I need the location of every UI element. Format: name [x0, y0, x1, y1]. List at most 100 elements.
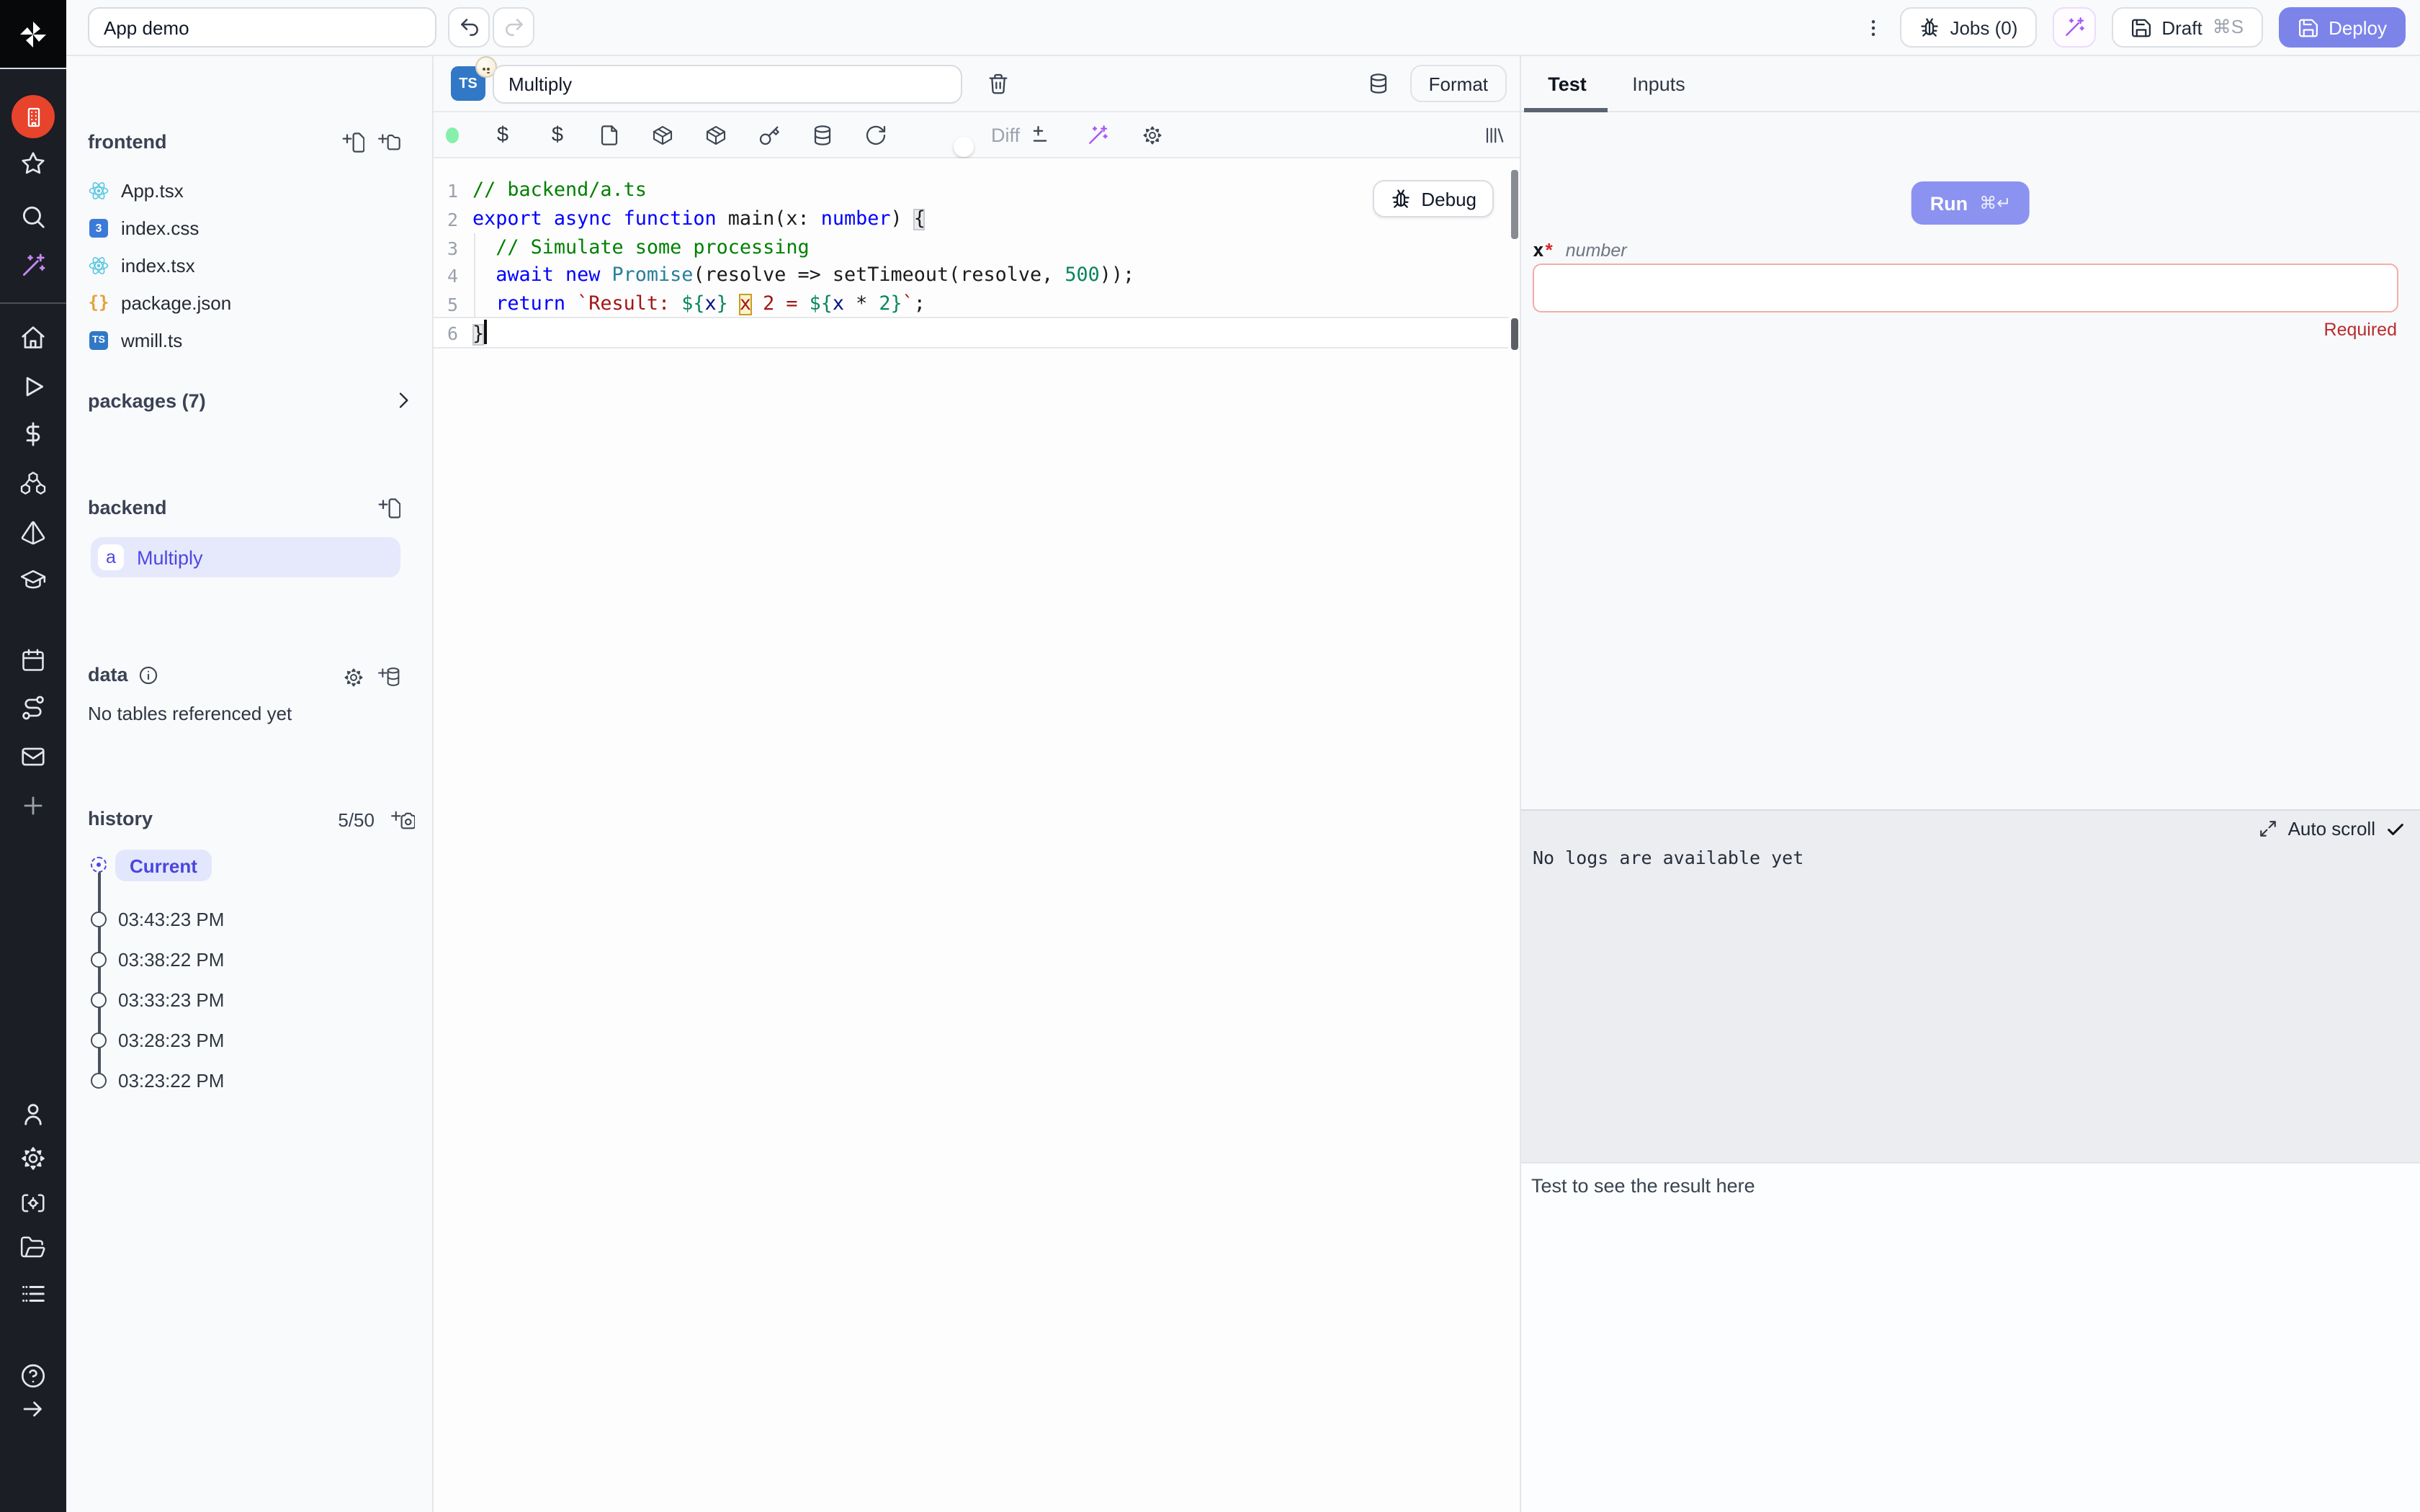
data-settings-button[interactable] — [343, 666, 364, 688]
database-icon-button[interactable] — [811, 123, 834, 146]
ai-assistant-button[interactable] — [2052, 7, 2095, 48]
ai-wand-button[interactable] — [1086, 123, 1109, 146]
info-icon[interactable] — [138, 665, 158, 685]
check-icon[interactable] — [2385, 819, 2406, 839]
rail-item-home[interactable] — [19, 324, 47, 359]
jobs-button[interactable]: Jobs (0) — [1899, 7, 2036, 48]
line-number: 1 — [434, 181, 472, 202]
rail-item-settings[interactable] — [19, 1145, 47, 1179]
help-icon — [19, 1362, 47, 1390]
editor-settings-button[interactable] — [1142, 124, 1163, 145]
rail-item-schedules[interactable] — [20, 647, 46, 680]
delete-script-button[interactable] — [987, 72, 1010, 102]
history-entry[interactable]: 03:38:22 PM — [118, 949, 224, 971]
windmill-logo[interactable] — [0, 0, 66, 69]
code-line-3[interactable]: 3 // Simulate some processing — [434, 234, 1508, 262]
tab-test[interactable]: Test — [1533, 56, 1602, 111]
logs-empty-text: No logs are available yet — [1533, 847, 1803, 868]
timeline-node[interactable] — [91, 912, 107, 927]
backend-section-title: backend — [88, 497, 167, 518]
x-number-input[interactable] — [1533, 264, 2398, 312]
draft-button[interactable]: Draft⌘S — [2111, 7, 2262, 48]
timeline-node[interactable] — [91, 1073, 107, 1089]
add-file-button[interactable] — [341, 131, 364, 154]
backend-item-Multiply[interactable]: aMultiply — [91, 537, 400, 577]
rail-item-inbox[interactable] — [19, 743, 47, 778]
rail-item-help[interactable] — [19, 1362, 47, 1397]
code-line-6[interactable]: 6} — [434, 319, 1508, 347]
file-item-App.tsx[interactable]: App.tsx — [88, 171, 421, 209]
format-button[interactable]: Format — [1410, 65, 1507, 102]
add-script-button[interactable] — [377, 497, 400, 520]
file-item-package.json[interactable]: {}package.json — [88, 284, 421, 321]
code-line-4[interactable]: 4 await new Promise(resolve => setTimeou… — [434, 262, 1508, 290]
timeline-node-current[interactable] — [91, 857, 107, 873]
line-number: 4 — [434, 266, 472, 287]
rail-item-favorites[interactable] — [19, 150, 47, 184]
save-icon — [2297, 17, 2318, 38]
history-current-badge[interactable]: Current — [115, 850, 212, 881]
history-entry[interactable]: 03:43:23 PM — [118, 909, 224, 930]
history-entry[interactable]: 03:33:23 PM — [118, 989, 224, 1011]
more-menu-button[interactable] — [1862, 17, 1883, 38]
file-item-index.tsx[interactable]: index.tsx — [88, 246, 421, 284]
history-entry[interactable]: 03:28:23 PM — [118, 1030, 224, 1051]
left-icon-rail — [0, 0, 66, 1512]
file-icon-button[interactable] — [598, 123, 621, 146]
rail-item-triggers[interactable] — [19, 518, 47, 553]
rail-item-resources[interactable] — [19, 469, 47, 504]
css-icon: 3 — [88, 218, 109, 237]
redo-button[interactable] — [493, 7, 534, 48]
rail-item-apps[interactable] — [12, 95, 55, 138]
add-folder-button[interactable] — [377, 131, 400, 154]
package2-icon-button[interactable] — [704, 123, 727, 146]
code-editor[interactable]: Debug 1// backend/a.ts2export async func… — [434, 158, 1520, 1512]
timeline-node[interactable] — [91, 1032, 107, 1048]
rail-item-runs[interactable] — [19, 373, 47, 408]
debug-label: Debug — [1421, 188, 1476, 210]
rail-item-user[interactable] — [19, 1100, 47, 1135]
deploy-button[interactable]: Deploy — [2278, 7, 2406, 48]
app-name-input[interactable] — [88, 7, 436, 48]
arg-type: number — [1566, 240, 1627, 261]
rail-item-workers[interactable] — [19, 1189, 47, 1224]
run-button[interactable]: Run ⌘↵ — [1912, 181, 2030, 225]
key-icon-button[interactable] — [758, 123, 781, 146]
script-name-input[interactable] — [493, 65, 962, 104]
database-icon[interactable] — [1367, 72, 1390, 95]
code-line-2[interactable]: 2export async function main(x: number) { — [434, 205, 1508, 233]
code-line-1[interactable]: 1// backend/a.ts — [434, 177, 1508, 205]
rail-item-add[interactable] — [19, 792, 47, 827]
rail-item-variables[interactable] — [19, 420, 47, 455]
gear-icon — [19, 1145, 47, 1172]
file-item-index.css[interactable]: 3index.css — [88, 209, 421, 246]
library-icon-button[interactable] — [1484, 124, 1505, 145]
timeline-node[interactable] — [91, 952, 107, 968]
rail-item-search[interactable] — [19, 203, 47, 238]
data-empty-text: No tables referenced yet — [88, 703, 292, 724]
resources-button[interactable]: $ — [552, 123, 563, 146]
refresh-icon-button[interactable] — [864, 123, 887, 146]
variables-button[interactable]: $ — [497, 123, 508, 146]
code-line-5[interactable]: 5 return `Result: ${x} x 2 = ${x * 2}`; — [434, 291, 1508, 319]
scrollbar-thumb[interactable] — [1511, 170, 1518, 239]
rail-item-ai[interactable] — [19, 252, 47, 287]
rail-expand[interactable] — [20, 1396, 46, 1429]
history-entry[interactable]: 03:23:22 PM — [118, 1070, 224, 1092]
rail-item-logs[interactable] — [19, 1280, 47, 1315]
file-item-wmill.ts[interactable]: TSwmill.ts — [88, 321, 421, 359]
rail-item-learn[interactable] — [19, 566, 47, 600]
package-icon-button[interactable] — [651, 123, 674, 146]
rail-item-flows[interactable] — [19, 694, 47, 729]
add-table-button[interactable] — [377, 665, 400, 688]
expand-icon[interactable] — [2259, 819, 2278, 838]
undo-button[interactable] — [448, 7, 490, 48]
rail-item-folders[interactable] — [19, 1234, 47, 1269]
packages-toggle[interactable]: packages (7) — [88, 389, 415, 412]
plus-minus-icon[interactable] — [1029, 124, 1051, 145]
tab-inputs[interactable]: Inputs — [1619, 56, 1698, 111]
add-snapshot-button[interactable] — [390, 808, 415, 832]
debug-button[interactable]: Debug — [1372, 180, 1494, 217]
test-panel: Test Inputs Run ⌘↵ x* number Required — [1520, 56, 2420, 1512]
timeline-node[interactable] — [91, 992, 107, 1008]
